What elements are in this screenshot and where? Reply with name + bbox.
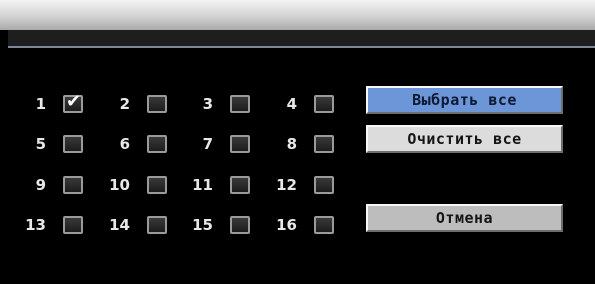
channel-10-label: 10 (109, 176, 130, 194)
channel-4-checkbox[interactable] (314, 95, 334, 113)
channel-9-label: 9 (35, 176, 46, 194)
channel-7-checkbox[interactable] (230, 135, 250, 153)
channel-2-label: 2 (119, 95, 130, 113)
channel-2-checkbox[interactable] (147, 95, 167, 113)
channel-14-checkbox[interactable] (147, 216, 167, 234)
channel-6-label: 6 (119, 135, 130, 153)
channel-11-checkbox[interactable] (230, 176, 250, 194)
channel-3-checkbox[interactable] (230, 95, 250, 113)
channel-12-checkbox[interactable] (314, 176, 334, 194)
channel-3-label: 3 (202, 95, 213, 113)
channel-8-label: 8 (286, 135, 297, 153)
channel-6-checkbox[interactable] (147, 135, 167, 153)
header-band (8, 30, 595, 46)
window-title-bar (0, 0, 595, 30)
channel-4-label: 4 (286, 95, 297, 113)
channel-16-checkbox[interactable] (314, 216, 334, 234)
checkmark-icon: ✔ (66, 91, 82, 112)
channel-1-label: 1 (35, 95, 46, 113)
channel-14-label: 14 (109, 216, 130, 234)
channel-16-label: 16 (276, 216, 297, 234)
channel-1-checkbox[interactable]: ✔ (63, 91, 83, 113)
channel-10-checkbox[interactable] (147, 176, 167, 194)
channel-7-label: 7 (202, 135, 213, 153)
channel-12-label: 12 (276, 176, 297, 194)
channel-5-checkbox[interactable] (63, 135, 83, 153)
select-all-button[interactable]: Выбрать все (366, 86, 563, 114)
channel-8-checkbox[interactable] (314, 135, 334, 153)
channel-13-label: 13 (25, 216, 46, 234)
channel-select-panel (8, 48, 595, 284)
channel-15-label: 15 (192, 216, 213, 234)
channel-9-checkbox[interactable] (63, 176, 83, 194)
cancel-button[interactable]: Отмена (366, 204, 563, 232)
channel-5-label: 5 (35, 135, 46, 153)
channel-15-checkbox[interactable] (230, 216, 250, 234)
channel-13-checkbox[interactable] (63, 216, 83, 234)
channel-11-label: 11 (192, 176, 213, 194)
clear-all-button[interactable]: Очистить все (366, 125, 563, 153)
